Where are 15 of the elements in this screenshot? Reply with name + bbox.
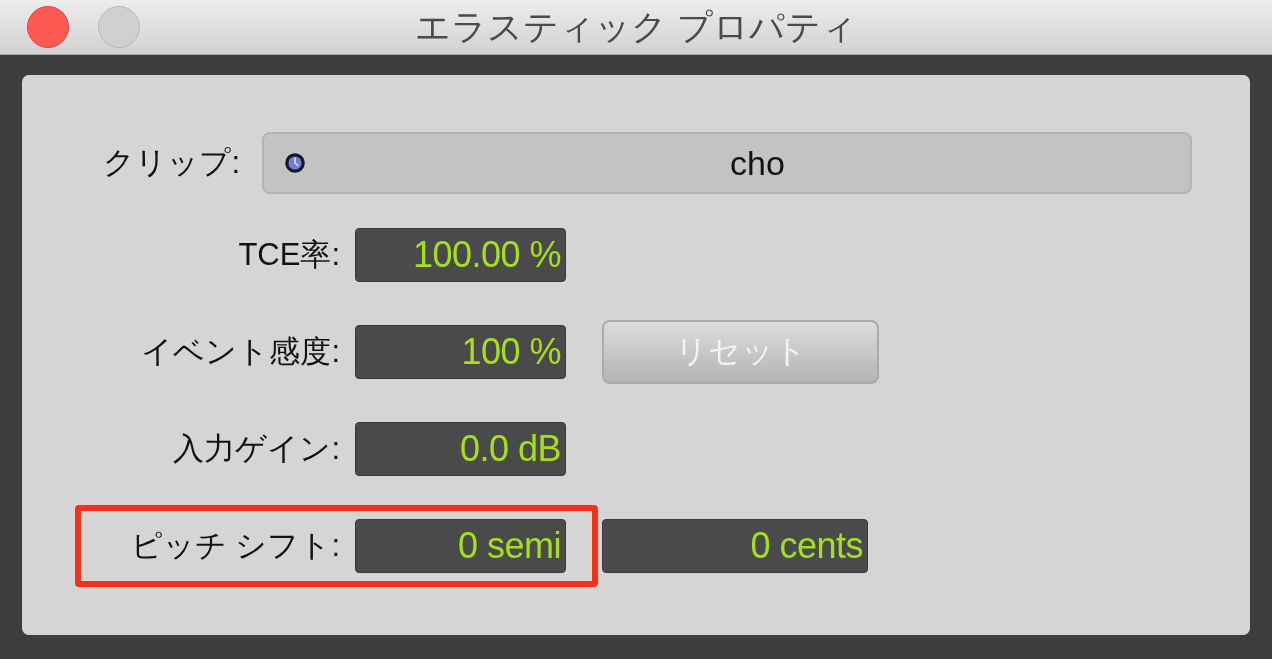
value-field[interactable]: 100 %: [355, 325, 566, 379]
clip-name-field[interactable]: cho: [262, 132, 1192, 194]
clip-name: cho: [729, 143, 786, 183]
window-title: エラスティック プロパティ: [415, 5, 857, 48]
clock-icon: [285, 153, 305, 173]
value-field[interactable]: 0 cents: [602, 519, 868, 573]
field-label: 入力ゲイン:: [172, 430, 340, 468]
clip-label: クリップ:: [102, 144, 240, 182]
value-field[interactable]: 100.00 %: [355, 228, 566, 282]
field-label: TCE率:: [237, 236, 340, 274]
value-field[interactable]: 0 semi: [355, 519, 566, 573]
field-label: イベント感度:: [140, 333, 340, 371]
close-button[interactable]: [27, 6, 69, 48]
field-label: ピッチ シフト:: [129, 527, 340, 565]
value-field[interactable]: 0.0 dB: [355, 422, 566, 476]
